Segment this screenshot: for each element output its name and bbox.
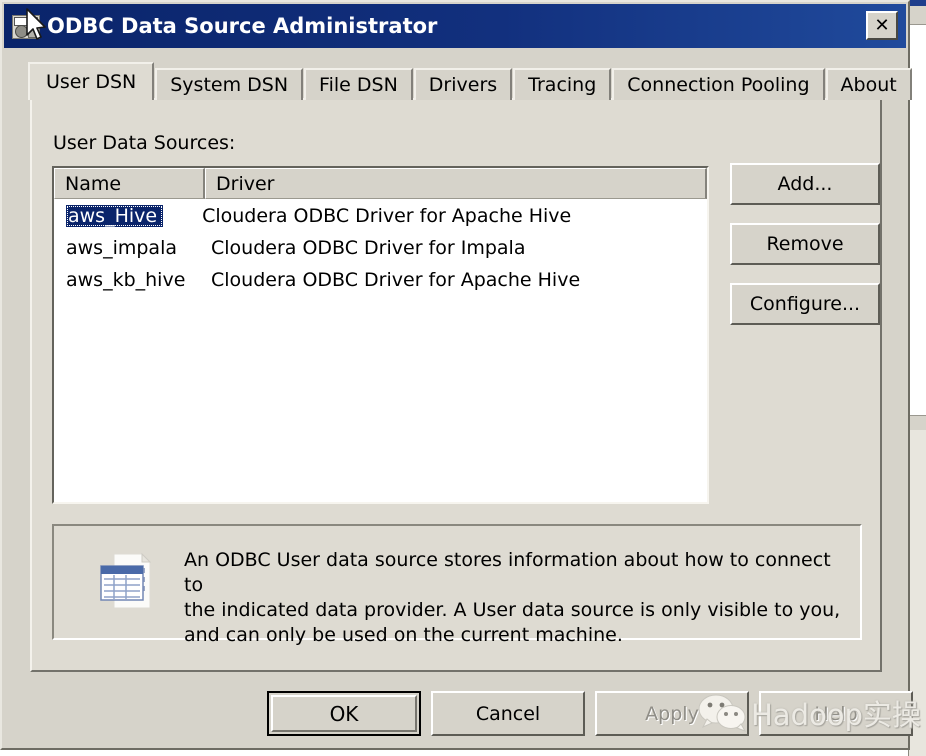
column-header-name[interactable]: Name bbox=[54, 168, 205, 199]
window-title: ODBC Data Source Administrator bbox=[47, 14, 438, 38]
data-source-table-icon bbox=[100, 552, 152, 609]
title-bar[interactable]: ODBC Data Source Administrator ✕ bbox=[4, 4, 906, 48]
ok-button[interactable]: OK bbox=[267, 691, 421, 736]
add-button[interactable]: Add... bbox=[730, 163, 880, 205]
help-button[interactable]: Help bbox=[759, 691, 913, 736]
background-window-titlebar bbox=[909, 0, 926, 6]
close-icon[interactable]: ✕ bbox=[866, 11, 898, 40]
list-header-row: Name Driver bbox=[54, 168, 707, 199]
odbc-icon bbox=[10, 12, 40, 40]
description-panel: An ODBC User data source stores informat… bbox=[52, 524, 862, 646]
cancel-button[interactable]: Cancel bbox=[431, 691, 585, 736]
ok-button-label: OK bbox=[329, 701, 359, 726]
table-row[interactable]: aws_kb_hive Cloudera ODBC Driver for Apa… bbox=[54, 264, 707, 296]
user-data-sources-label: User Data Sources: bbox=[53, 132, 236, 154]
tab-strip: User DSN System DSN File DSN Drivers Tra… bbox=[28, 62, 913, 100]
dsn-name: aws_impala bbox=[66, 237, 177, 259]
dsn-name: aws_Hive bbox=[66, 205, 164, 227]
tab-tracing[interactable]: Tracing bbox=[513, 68, 612, 100]
configure-button[interactable]: Configure... bbox=[730, 283, 880, 325]
odbc-data-source-administrator-dialog: ODBC Data Source Administrator ✕ User DS… bbox=[0, 0, 913, 750]
background-window[interactable] bbox=[908, 0, 926, 756]
tab-page-user-dsn: User Data Sources: Name Driver aws_Hive … bbox=[30, 98, 882, 672]
data-sources-list[interactable]: Name Driver aws_Hive Cloudera ODBC Drive… bbox=[52, 166, 709, 504]
tab-file-dsn[interactable]: File DSN bbox=[304, 68, 413, 100]
tab-connection-pooling[interactable]: Connection Pooling bbox=[612, 68, 825, 100]
description-text: An ODBC User data source stores informat… bbox=[184, 549, 841, 646]
list-rows: aws_Hive Cloudera ODBC Driver for Apache… bbox=[54, 199, 707, 296]
apply-button[interactable]: Apply bbox=[595, 691, 749, 736]
tab-about[interactable]: About bbox=[825, 68, 912, 100]
dsn-driver: Cloudera ODBC Driver for Impala bbox=[211, 237, 526, 259]
tab-drivers[interactable]: Drivers bbox=[413, 68, 513, 100]
dialog-button-bar: OK Cancel Apply Help bbox=[4, 686, 913, 750]
remove-button[interactable]: Remove bbox=[730, 223, 880, 265]
desktop-background: ODBC Data Source Administrator ✕ User DS… bbox=[0, 0, 926, 756]
tab-user-dsn[interactable]: User DSN bbox=[28, 62, 155, 100]
table-row[interactable]: aws_impala Cloudera ODBC Driver for Impa… bbox=[54, 232, 707, 264]
tab-system-dsn[interactable]: System DSN bbox=[155, 68, 304, 100]
column-header-driver[interactable]: Driver bbox=[205, 168, 707, 199]
dsn-driver: Cloudera ODBC Driver for Apache Hive bbox=[202, 205, 572, 227]
dsn-name: aws_kb_hive bbox=[66, 269, 186, 291]
dsn-driver: Cloudera ODBC Driver for Apache Hive bbox=[211, 269, 581, 291]
table-row[interactable]: aws_Hive Cloudera ODBC Driver for Apache… bbox=[54, 200, 707, 232]
